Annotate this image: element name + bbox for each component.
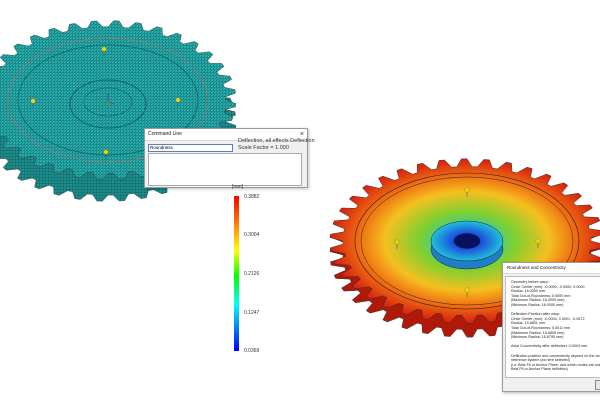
result-line: Best Fit or Anchor Plane definition) bbox=[511, 367, 568, 372]
legend-label-min: 0.0369 bbox=[244, 348, 260, 354]
command-line-title: Command Line bbox=[148, 131, 182, 137]
roundness-dialog[interactable]: Roundness and Concentricity Geometry bef… bbox=[502, 262, 600, 392]
command-output-area[interactable] bbox=[148, 153, 302, 186]
legend-label-3: 0.2126 bbox=[244, 271, 260, 277]
deflection-info: Deflection, all effects Deflection Scale… bbox=[238, 138, 315, 152]
command-line-dialog[interactable]: Command Line × Roundness bbox=[144, 128, 308, 188]
ok-button[interactable] bbox=[595, 380, 600, 390]
legend-label-2: 0.3004 bbox=[244, 232, 260, 238]
deflection-title: Deflection, all effects Deflection bbox=[238, 138, 315, 144]
roundness-dialog-title: Roundness and Concentricity bbox=[503, 263, 600, 274]
command-input[interactable]: Roundness bbox=[148, 144, 233, 152]
scale-factor: Scale Factor = 1.000 bbox=[238, 145, 289, 151]
result-line: Axial Concentricity after deflection: 0.… bbox=[511, 344, 588, 349]
legend-label-4: 0.1247 bbox=[244, 310, 260, 316]
roundness-results-text: Geometry before warp: Circle Center (mm):… bbox=[505, 276, 600, 378]
legend-unit: [mm] bbox=[232, 184, 244, 190]
right-gear-bore bbox=[453, 233, 481, 249]
legend-label-max: 0.3882 bbox=[244, 194, 260, 200]
legend-color-bar bbox=[234, 196, 239, 351]
